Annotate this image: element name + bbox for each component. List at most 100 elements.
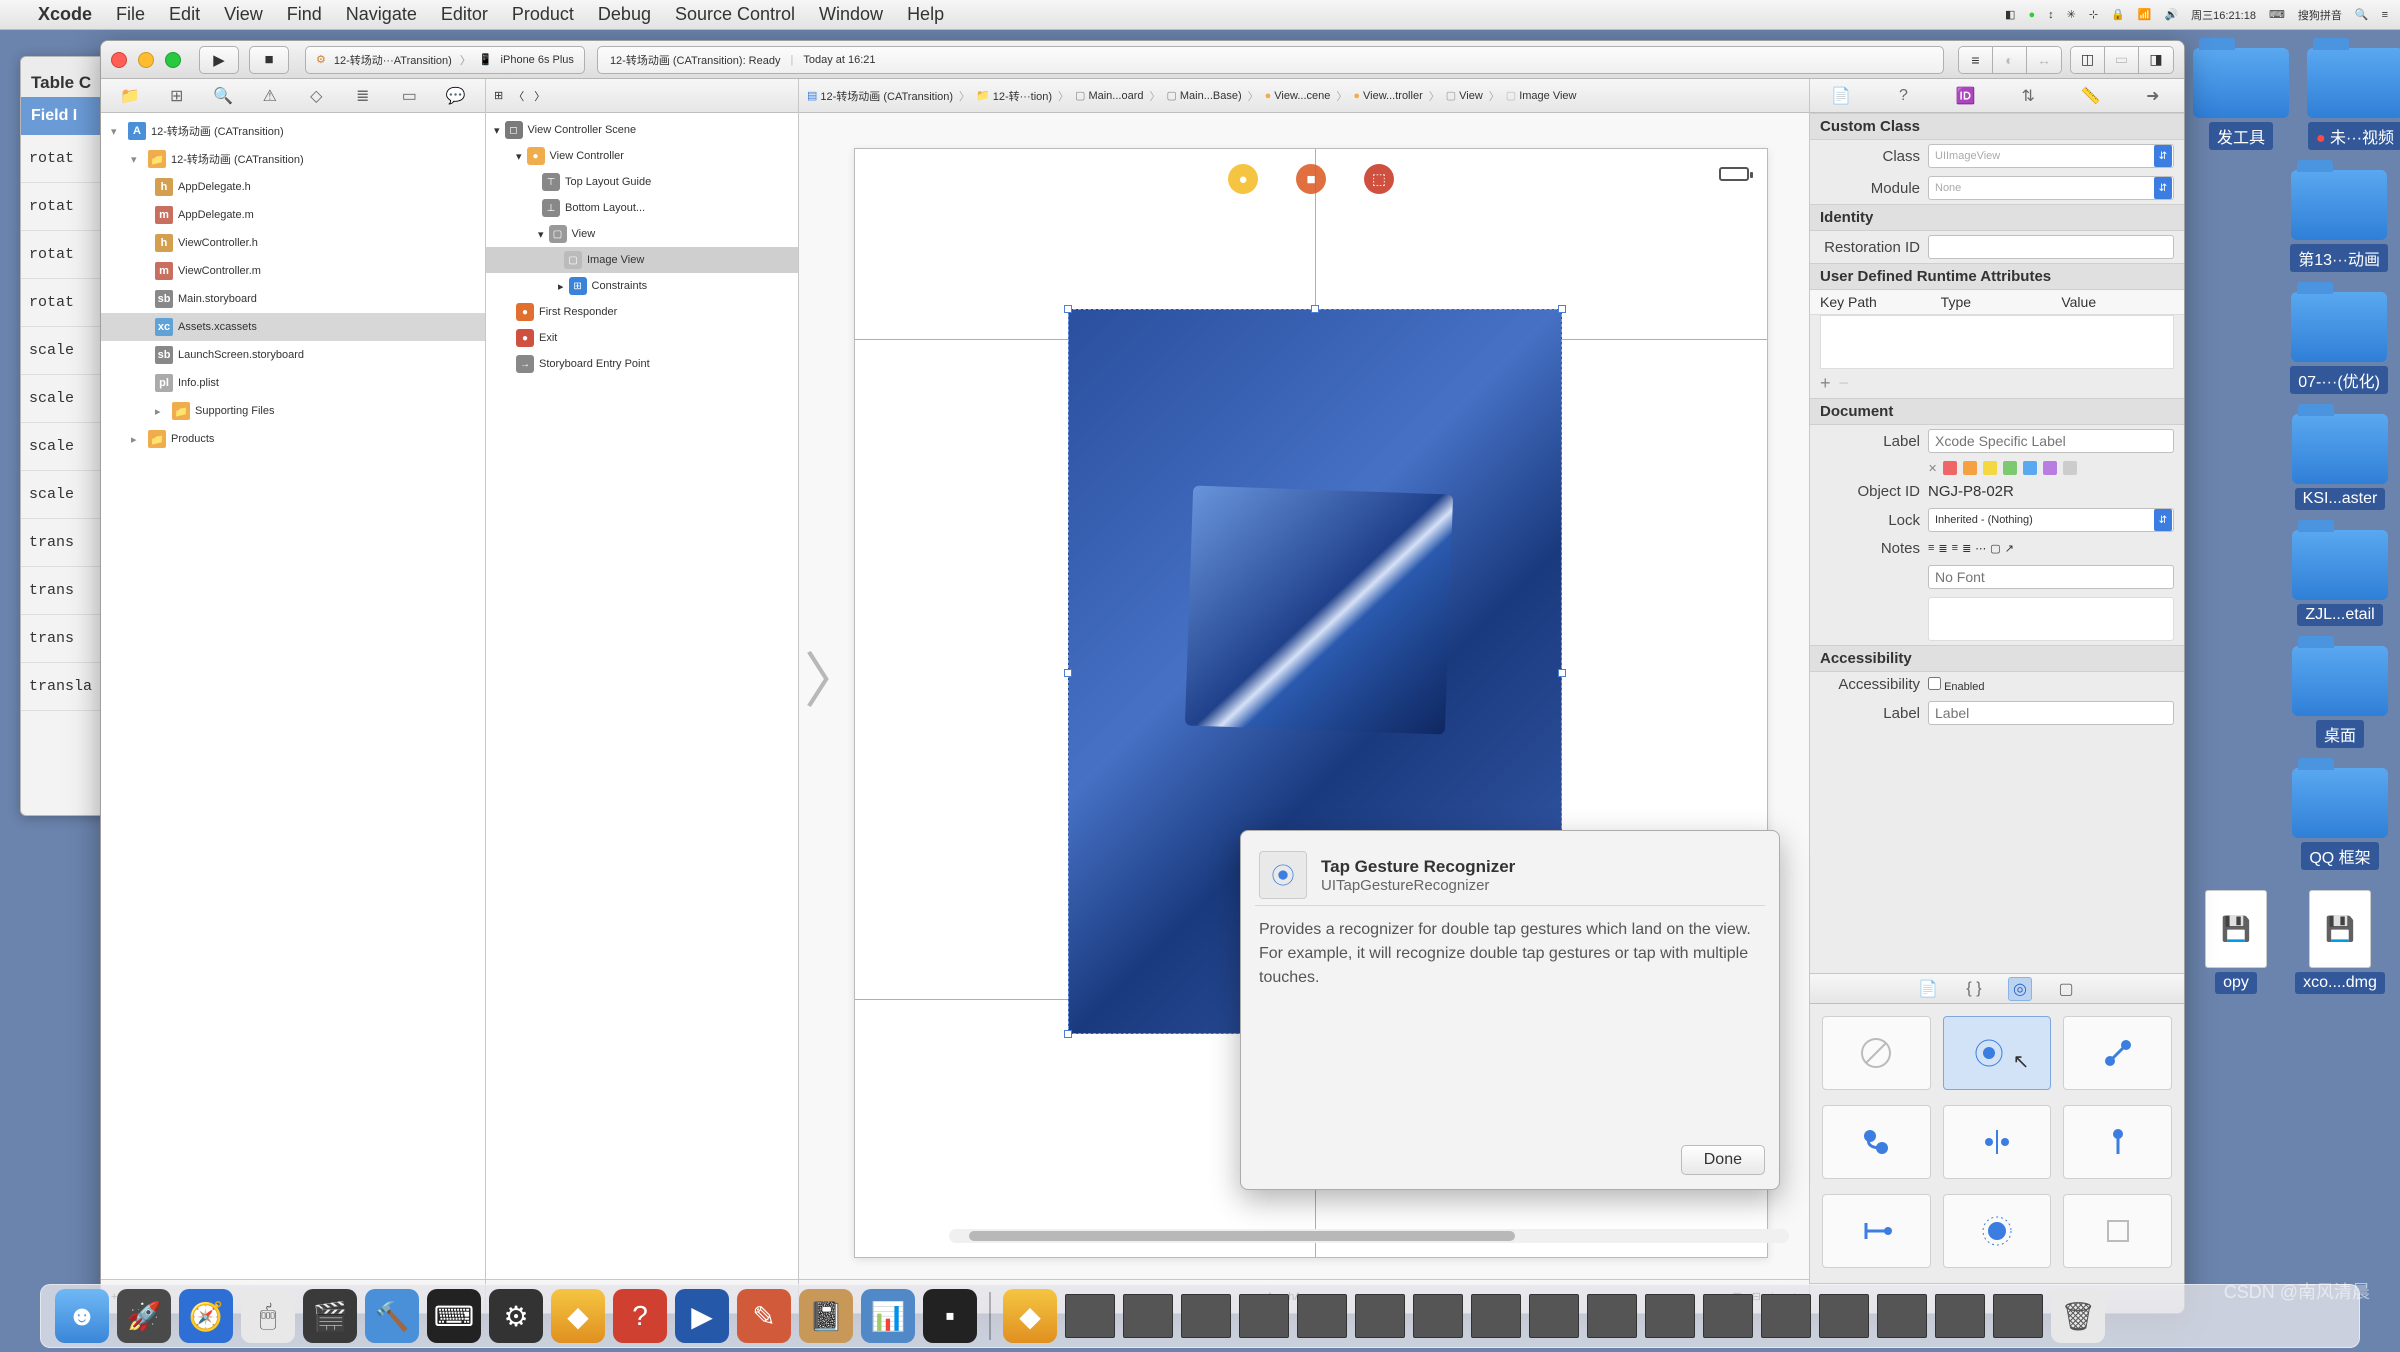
forward-button[interactable]: 〉 [534, 88, 545, 104]
related-items-icon[interactable]: ⊞ [494, 89, 503, 102]
help-inspector-tab[interactable]: ? [1888, 84, 1918, 108]
table-row[interactable]: trans [21, 519, 109, 567]
table-row[interactable]: transla [21, 663, 109, 711]
done-button[interactable]: Done [1681, 1145, 1765, 1175]
size-inspector-tab[interactable]: 📏 [2075, 84, 2105, 108]
add-attr-button[interactable]: + [1820, 373, 1831, 394]
remove-attr-button[interactable]: − [1839, 373, 1850, 394]
app-icon[interactable]: 📊 [861, 1289, 915, 1343]
library-item[interactable] [1943, 1194, 2052, 1268]
minimized-window[interactable] [1761, 1294, 1811, 1338]
file-item[interactable]: sbLaunchScreen.storyboard [101, 341, 485, 369]
file-template-library-tab[interactable]: 📄 [1916, 977, 1940, 1001]
scheme-selector[interactable]: ⚙ 12-转场动···ATransition) 〉 📱 iPhone 6s Pl… [305, 46, 585, 74]
desktop-folder[interactable]: 桌面 [2292, 646, 2388, 748]
desktop-folder[interactable]: 发工具 [2193, 48, 2289, 150]
editor-mode-assistant[interactable]: ◐ [1993, 47, 2027, 73]
exit-dock-icon[interactable]: ⬚ [1364, 164, 1394, 194]
wifi-icon[interactable]: 📶 [2138, 8, 2152, 21]
file-item[interactable]: hViewController.h [101, 229, 485, 257]
file-item[interactable]: hAppDelegate.h [101, 173, 485, 201]
menu-product[interactable]: Product [500, 4, 586, 25]
object-library-tab[interactable]: ◎ [2008, 977, 2032, 1001]
close-button[interactable] [111, 52, 127, 68]
app-icon[interactable]: ◆ [1003, 1289, 1057, 1343]
safari-icon[interactable]: 🧭 [179, 1289, 233, 1343]
library-item[interactable] [2063, 1016, 2172, 1090]
vc-row[interactable]: ▾●View Controller [486, 143, 798, 169]
menu-debug[interactable]: Debug [586, 4, 663, 25]
minimized-window[interactable] [1645, 1294, 1695, 1338]
test-navigator-tab[interactable]: ◇ [302, 84, 330, 108]
identity-inspector-tab[interactable]: 🆔 [1951, 84, 1981, 108]
minimize-button[interactable] [138, 52, 154, 68]
minimized-window[interactable] [1993, 1294, 2043, 1338]
notes-textarea[interactable] [1928, 597, 2174, 641]
editor-mode-version[interactable]: ↔ [2027, 47, 2061, 73]
bluetooth-icon[interactable]: ✳ [2067, 8, 2076, 21]
file-item[interactable]: plInfo.plist [101, 369, 485, 397]
notes-style-icon[interactable]: ▢ [1990, 542, 2000, 555]
toggle-utilities[interactable]: ◨ [2139, 47, 2173, 73]
table-row[interactable]: trans [21, 615, 109, 663]
table-row[interactable]: trans [21, 567, 109, 615]
minimized-window[interactable] [1239, 1294, 1289, 1338]
status-icon[interactable]: ↕ [2048, 9, 2054, 21]
attributes-inspector-tab[interactable]: ⇅ [2013, 84, 2043, 108]
minimized-window[interactable] [1413, 1294, 1463, 1338]
library-item[interactable] [1822, 1105, 1931, 1179]
ime-icon[interactable]: ⌨ [2269, 8, 2285, 21]
minimized-window[interactable] [1935, 1294, 1985, 1338]
notes-font-field[interactable] [1928, 565, 2174, 589]
debug-navigator-tab[interactable]: ≣ [349, 84, 377, 108]
minimized-window[interactable] [1587, 1294, 1637, 1338]
app-icon[interactable]: ✎ [737, 1289, 791, 1343]
minimized-window[interactable] [1181, 1294, 1231, 1338]
symbol-navigator-tab[interactable]: ⊞ [163, 84, 191, 108]
udra-table[interactable] [1820, 315, 2174, 369]
jump-bar[interactable]: ▤12-转场动画 (CATransition)〉 📁12-转···tion)〉 … [799, 79, 1809, 113]
acc-enabled-checkbox[interactable] [1928, 677, 1941, 690]
lock-combo[interactable]: Inherited - (Nothing)⇵ [1928, 508, 2174, 532]
terminal-icon[interactable]: ⌨ [427, 1289, 481, 1343]
library-item[interactable] [1822, 1194, 1931, 1268]
library-item[interactable] [1822, 1016, 1931, 1090]
acc-label-field[interactable] [1928, 701, 2174, 725]
toggle-navigator[interactable]: ◫ [2071, 47, 2105, 73]
desktop-folder[interactable]: 07-···(优化) [2290, 292, 2388, 394]
notes-style-icon[interactable]: ≡ [1928, 542, 1934, 555]
sketch-icon[interactable]: ◆ [551, 1289, 605, 1343]
class-combo[interactable]: UIImageView⇵ [1928, 144, 2174, 168]
table-row[interactable]: scale [21, 471, 109, 519]
table-row[interactable]: scale [21, 423, 109, 471]
minimized-window[interactable] [1471, 1294, 1521, 1338]
notes-style-icon[interactable]: ≣ [1962, 542, 1971, 555]
breakpoint-navigator-tab[interactable]: ▭ [395, 84, 423, 108]
menu-find[interactable]: Find [275, 4, 334, 25]
minimized-window[interactable] [1819, 1294, 1869, 1338]
view-row[interactable]: ▾▢View [486, 221, 798, 247]
library-item[interactable] [2063, 1105, 2172, 1179]
project-root[interactable]: ▾A12-转场动画 (CATransition) [101, 117, 485, 145]
ime-label[interactable]: 搜狗拼音 [2298, 7, 2342, 23]
spotlight-icon[interactable]: 🔍 [2355, 8, 2369, 21]
app-icon[interactable]: 📓 [799, 1289, 853, 1343]
app-icon[interactable]: 🎬 [303, 1289, 357, 1343]
file-item[interactable]: mAppDelegate.m [101, 201, 485, 229]
menu-source-control[interactable]: Source Control [663, 4, 807, 25]
desktop-folder[interactable]: QQ 框架 [2292, 768, 2388, 870]
volume-icon[interactable]: 🔊 [2164, 8, 2178, 21]
app-icon[interactable]: ▪ [923, 1289, 977, 1343]
entry-point-row[interactable]: →Storyboard Entry Point [486, 351, 798, 377]
first-responder-row[interactable]: ●First Responder [486, 299, 798, 325]
table-row[interactable]: rotat [21, 231, 109, 279]
status-icon[interactable]: ◧ [2005, 8, 2015, 21]
table-row[interactable]: rotat [21, 279, 109, 327]
status-icon[interactable]: ⊹ [2089, 8, 2098, 21]
scene-row[interactable]: ▾◻View Controller Scene [486, 117, 798, 143]
first-responder-dock-icon[interactable]: ■ [1296, 164, 1326, 194]
desktop-file[interactable]: 💾opy [2193, 890, 2279, 994]
minimized-window[interactable] [1123, 1294, 1173, 1338]
group-folder[interactable]: ▸📁Products [101, 425, 485, 453]
doc-label-field[interactable] [1928, 429, 2174, 453]
